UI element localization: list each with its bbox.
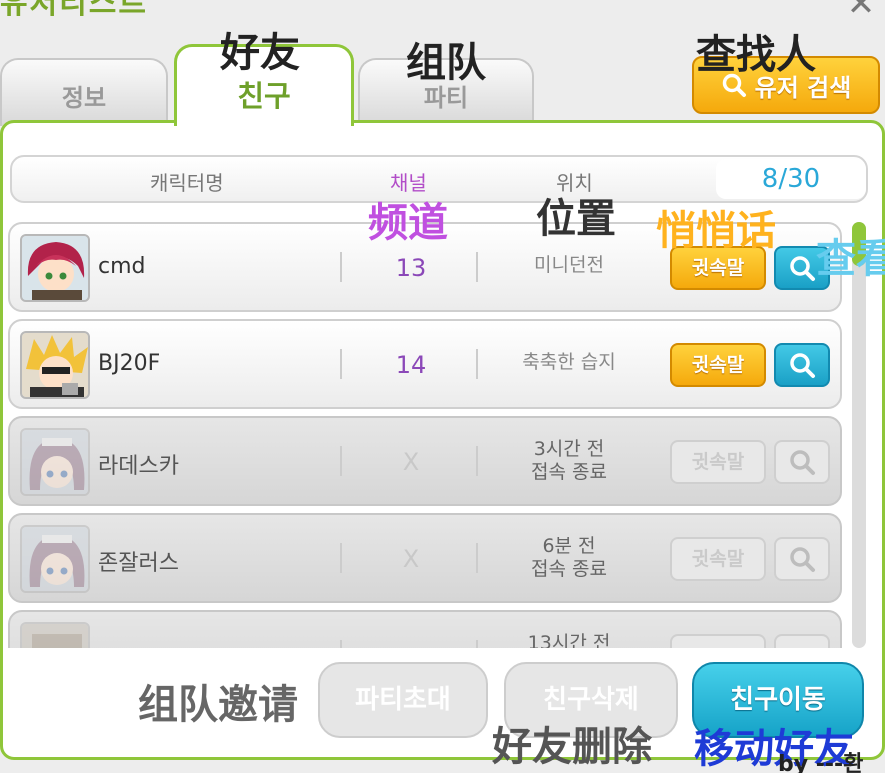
friend-location: 13시간 전 — [527, 632, 611, 648]
friend-row[interactable]: 13시간 전 — [8, 610, 842, 648]
friend-channel: 14 — [395, 351, 427, 379]
avatar — [20, 234, 90, 302]
annotation-party: 组队 — [406, 40, 486, 86]
divider — [476, 252, 478, 282]
avatar — [20, 428, 90, 496]
search-icon — [790, 547, 815, 572]
avatar — [20, 622, 90, 648]
friend-name: 존잘러스 — [98, 551, 179, 576]
annotation-view: 查看 — [816, 236, 885, 282]
annotation-search: 查找人 — [696, 32, 816, 78]
friend-channel: X — [402, 545, 420, 573]
whisper-button[interactable]: 귓속말 — [670, 440, 766, 484]
party-invite-button[interactable]: 파티초대 — [318, 662, 488, 738]
friend-name: BJ20F — [98, 351, 161, 376]
annotation-friends: 好友 — [220, 30, 300, 76]
friend-list[interactable]: cmd 13 미니던전 귓속말 BJ20F 14 축축한 습지 귓속말 라데스카… — [8, 222, 844, 648]
friend-count: 8/30 — [716, 159, 866, 199]
whisper-button[interactable]: 귓속말 — [670, 343, 766, 387]
divider — [476, 543, 478, 573]
close-icon[interactable]: ✕ — [836, 0, 885, 21]
view-button[interactable] — [774, 634, 830, 648]
annotation-friend-delete: 好友删除 — [492, 724, 652, 770]
friend-row[interactable]: 존잘러스 X 6분 전 접속 종료 귓속말 — [8, 513, 842, 603]
view-button[interactable] — [774, 440, 830, 484]
friend-channel: 13 — [395, 254, 427, 282]
avatar — [20, 331, 90, 399]
annotation-channel: 频道 — [368, 200, 448, 246]
friend-name: cmd — [98, 254, 146, 279]
divider — [476, 640, 478, 648]
view-button[interactable] — [774, 343, 830, 387]
divider — [340, 349, 342, 379]
annotation-party-invite: 组队邀请 — [138, 682, 298, 728]
tab-info[interactable]: 정보 — [0, 58, 168, 126]
divider — [340, 640, 342, 648]
annotation-byline: by ---환 — [778, 752, 864, 773]
divider — [340, 543, 342, 573]
annotation-location: 位置 — [536, 196, 616, 242]
friend-channel: X — [402, 448, 420, 476]
friend-row[interactable]: BJ20F 14 축축한 습지 귓속말 — [8, 319, 842, 409]
friend-location: 축축한 습지 — [522, 351, 616, 373]
divider — [340, 446, 342, 476]
friend-location: 미니던전 — [534, 254, 604, 276]
friend-name: 라데스카 — [98, 454, 179, 479]
divider — [476, 349, 478, 379]
friend-location: 3시간 전 접속 종료 — [531, 438, 607, 483]
friend-location: 6분 전 접속 종료 — [531, 535, 607, 580]
scrollbar-track[interactable] — [852, 222, 866, 648]
search-icon — [790, 256, 815, 281]
header-character-name: 캐릭터명 — [150, 171, 224, 195]
friend-row[interactable]: 라데스카 X 3시간 전 접속 종료 귓속말 — [8, 416, 842, 506]
window-title: 유저리스트 — [0, 0, 148, 21]
search-icon — [790, 353, 815, 378]
search-icon — [790, 450, 815, 475]
view-button[interactable] — [774, 537, 830, 581]
divider — [476, 446, 478, 476]
whisper-button[interactable] — [670, 634, 766, 648]
annotation-whisper: 悄悄话 — [656, 208, 776, 254]
divider — [340, 252, 342, 282]
avatar — [20, 525, 90, 593]
whisper-button[interactable]: 귓속말 — [670, 537, 766, 581]
